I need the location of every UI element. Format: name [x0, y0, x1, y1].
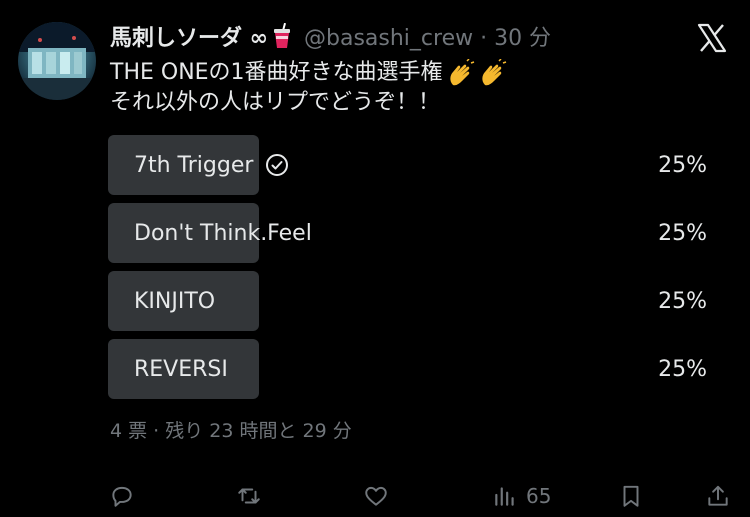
- share-icon: [708, 485, 728, 506]
- views-count: 65: [526, 484, 552, 508]
- views-icon: [495, 487, 514, 506]
- like-button[interactable]: [363, 478, 389, 514]
- poll: 7th Trigger 25% Don't Think.Feel 25% KIN…: [108, 135, 713, 407]
- reply-icon: [112, 486, 132, 507]
- tweet-text: THE ONEの1番曲好きな曲選手権 それ以外の人はリプでどうぞ！！: [110, 58, 507, 118]
- poll-option-label-wrap: 7th Trigger: [134, 153, 289, 178]
- bookmark-button[interactable]: [618, 478, 644, 514]
- poll-option-percent: 25%: [658, 152, 707, 178]
- check-circle-icon: [266, 154, 289, 176]
- poll-option-label: Don't Think.Feel: [134, 220, 312, 246]
- poll-option[interactable]: REVERSI 25%: [108, 339, 713, 399]
- tweet-text-line-2: それ以外の人はリプでどうぞ！！: [110, 90, 441, 115]
- poll-option[interactable]: 7th Trigger 25%: [108, 135, 713, 195]
- poll-option[interactable]: KINJITO 25%: [108, 271, 713, 331]
- author-name[interactable]: 馬刺しソーダ ∞: [110, 20, 268, 52]
- clapping-hands-icon: [479, 58, 507, 87]
- author-handle[interactable]: @basashi_crew · 30 分: [304, 20, 551, 52]
- avatar[interactable]: [18, 22, 96, 100]
- retweet-icon: [238, 488, 260, 504]
- poll-option-label: REVERSI: [134, 356, 228, 382]
- retweet-button[interactable]: [236, 478, 262, 514]
- poll-option-percent: 25%: [658, 220, 707, 246]
- bookmark-icon: [623, 485, 639, 507]
- x-logo-icon[interactable]: [696, 22, 728, 54]
- poll-option-percent: 25%: [658, 288, 707, 314]
- tweet-text-line-1: THE ONEの1番曲好きな曲選手権: [110, 60, 443, 85]
- like-icon: [365, 486, 387, 506]
- action-bar: 65: [0, 478, 750, 514]
- views-button[interactable]: 65: [492, 478, 551, 514]
- poll-option-label: KINJITO: [134, 288, 216, 314]
- share-button[interactable]: [705, 478, 731, 514]
- poll-option[interactable]: Don't Think.Feel 25%: [108, 203, 713, 263]
- poll-option-percent: 25%: [658, 356, 707, 382]
- reply-button[interactable]: [109, 478, 135, 514]
- tweet-header: 馬刺しソーダ ∞ @basashi_crew · 30 分: [110, 20, 551, 52]
- poll-option-label: 7th Trigger: [134, 152, 254, 178]
- cup-icon: [272, 23, 292, 49]
- poll-meta: 4 票 · 残り 23 時間と 29 分: [110, 420, 352, 442]
- clapping-hands-icon: [447, 58, 475, 87]
